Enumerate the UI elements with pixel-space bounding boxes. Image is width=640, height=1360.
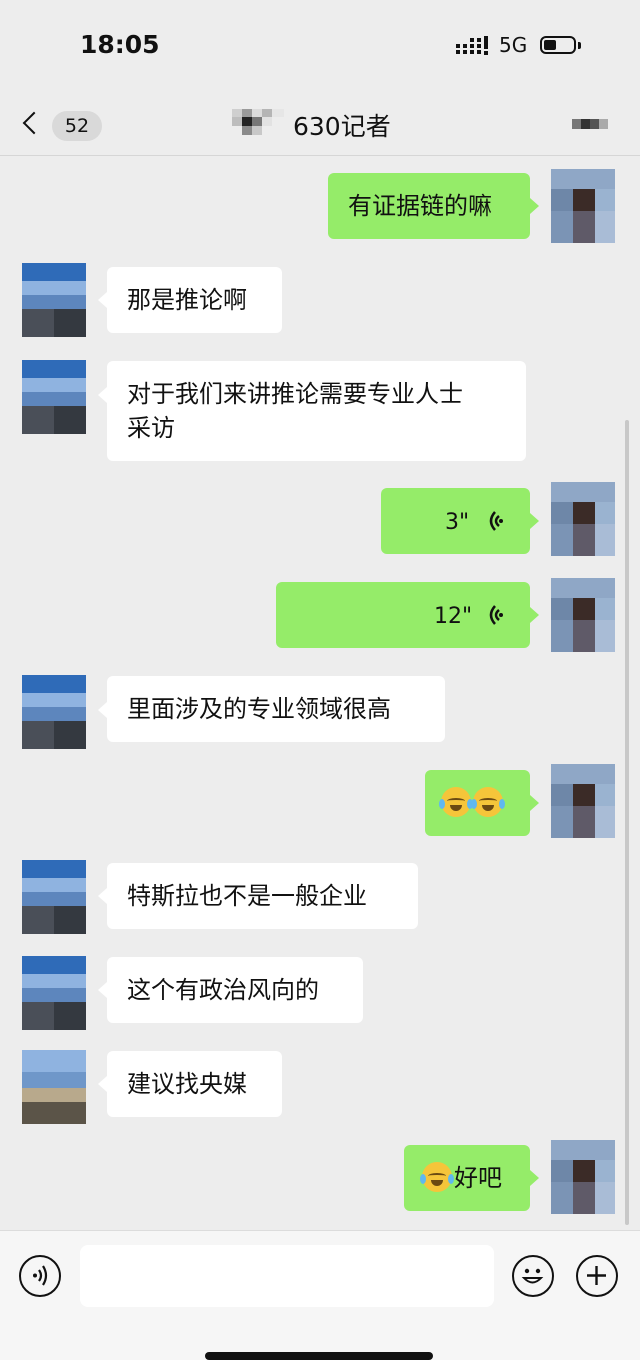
bubble-tail [98, 702, 107, 718]
avatar[interactable] [22, 263, 86, 337]
message-text: 好吧 [454, 1164, 502, 1192]
avatar[interactable] [551, 169, 615, 243]
bubble-tail [530, 795, 539, 811]
message-bubble-left[interactable]: 特斯拉也不是一般企业 [107, 863, 418, 929]
voice-duration: 12" [434, 604, 473, 629]
network-type: 5G [499, 33, 528, 57]
bubble-tail [530, 198, 539, 214]
avatar[interactable] [22, 1050, 86, 1124]
message-text-line: 对于我们来讲推论需要专业人士 [127, 380, 463, 408]
status-time: 18:05 [80, 30, 160, 59]
back-button[interactable]: 52 [20, 103, 110, 147]
crying-laughing-emoji-icon [420, 1162, 454, 1192]
more-options-button[interactable] [572, 117, 608, 131]
bubble-tail [98, 292, 107, 308]
message-text: 建议找央媒 [127, 1070, 247, 1098]
voice-message-bubble[interactable]: 3" [381, 488, 530, 554]
chat-header: 52 630记者 [0, 95, 640, 156]
message-text: 里面涉及的专业领域很高 [127, 695, 391, 723]
crying-laughing-emoji-icon [439, 787, 473, 817]
avatar[interactable] [551, 482, 615, 556]
message-bubble-left[interactable]: 那是推论啊 [107, 267, 282, 333]
message-text: 这个有政治风向的 [127, 976, 319, 1004]
avatar[interactable] [22, 360, 86, 434]
input-bar [0, 1230, 640, 1360]
message-input[interactable] [80, 1245, 494, 1307]
bubble-tail [98, 1076, 107, 1092]
message-bubble-left[interactable]: 里面涉及的专业领域很高 [107, 676, 445, 742]
bubble-tail [98, 982, 107, 998]
message-text: 特斯拉也不是一般企业 [127, 882, 367, 910]
avatar[interactable] [551, 578, 615, 652]
battery-tip [578, 42, 581, 49]
message-bubble-left[interactable]: 这个有政治风向的 [107, 957, 363, 1023]
bubble-tail [530, 1170, 539, 1186]
bubble-tail [530, 513, 539, 529]
voice-wave-icon [489, 605, 503, 625]
chat-title: 630记者 [293, 112, 391, 141]
avatar[interactable] [551, 764, 615, 838]
message-text-line: 采访 [127, 414, 175, 442]
crying-laughing-emoji-icon [471, 787, 505, 817]
unread-count-badge: 52 [52, 111, 102, 141]
bubble-tail [98, 387, 107, 403]
voice-icon[interactable] [19, 1255, 61, 1297]
battery-icon [540, 36, 576, 54]
chevron-left-icon [22, 111, 46, 135]
message-bubble-left[interactable]: 对于我们来讲推论需要专业人士 采访 [107, 361, 526, 461]
message-bubble-right[interactable]: 好吧 [404, 1145, 530, 1211]
avatar[interactable] [22, 675, 86, 749]
message-text: 那是推论啊 [127, 286, 247, 314]
plus-icon[interactable] [576, 1255, 618, 1297]
bubble-tail [530, 607, 539, 623]
pixelated-name [232, 109, 284, 135]
message-text: 有证据链的嘛 [348, 192, 492, 220]
emoji-icon[interactable] [512, 1255, 554, 1297]
bubble-tail [98, 888, 107, 904]
signal-icon [456, 36, 488, 55]
status-bar: 18:05 5G [0, 0, 640, 95]
avatar[interactable] [551, 1140, 615, 1214]
message-bubble-right[interactable] [425, 770, 530, 836]
avatar[interactable] [22, 860, 86, 934]
message-bubble-left[interactable]: 建议找央媒 [107, 1051, 282, 1117]
avatar[interactable] [22, 956, 86, 1030]
voice-wave-icon [489, 511, 503, 531]
message-bubble-right[interactable]: 有证据链的嘛 [328, 173, 530, 239]
voice-message-bubble[interactable]: 12" [276, 582, 530, 648]
voice-duration: 3" [445, 510, 470, 535]
scrollbar[interactable] [625, 420, 629, 1225]
